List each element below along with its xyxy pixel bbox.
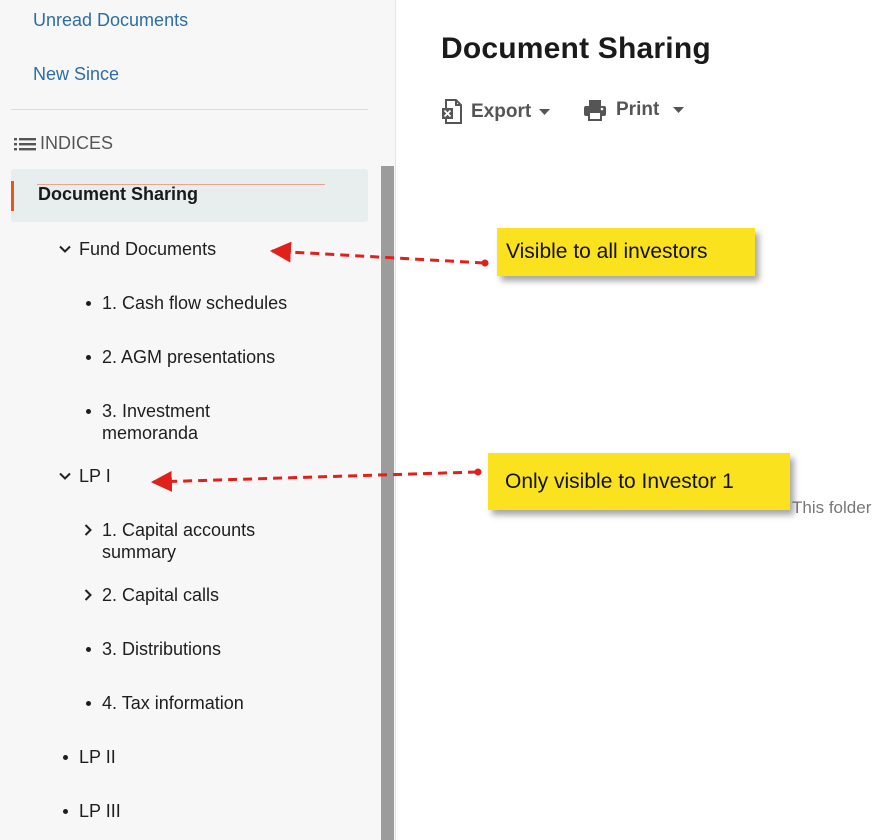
bullet-icon [81, 400, 95, 422]
tree-item-label: LP III [79, 801, 121, 821]
printer-icon [583, 99, 607, 121]
tree-item-label: 1. Cash flow schedules [102, 293, 288, 313]
tree-item-label: 2. Capital calls [102, 585, 220, 605]
sidebar-scrollbar[interactable] [381, 166, 394, 840]
tree-item-label-line1: 3. Investment [102, 401, 211, 421]
tree-item-label: 4. Tax information [102, 693, 244, 713]
arrow-origin-dot [474, 468, 482, 476]
sidebar-divider [11, 109, 368, 110]
tree-item-label: 3. Distributions [102, 639, 222, 659]
tree-item-label-line2: memoranda [102, 423, 199, 443]
bullet-icon [81, 292, 95, 314]
indices-label: INDICES [40, 133, 114, 153]
print-button[interactable]: Print [583, 99, 685, 121]
bullet-icon [81, 346, 95, 368]
sidebar: Unread Documents New Since INDICES Docum… [0, 0, 396, 840]
chevron-down-icon[interactable] [58, 238, 72, 260]
bullet-icon [58, 746, 72, 768]
tree-item-label: 2. AGM presentations [102, 347, 276, 367]
print-label: Print [616, 99, 660, 120]
callout-visible-all: Visible to all investors [497, 228, 755, 276]
page-title: Document Sharing [441, 32, 711, 65]
caret-down-icon [539, 108, 551, 115]
caret-down-icon [673, 107, 685, 113]
index-item-label: Document Sharing [38, 184, 199, 204]
tree-item-label: LP II [79, 747, 116, 767]
tree-item-label: LP I [79, 466, 111, 486]
chevron-down-icon[interactable] [58, 465, 72, 487]
export-button[interactable]: Export [441, 99, 551, 124]
tree-item-label: Fund Documents [79, 239, 217, 259]
chevron-right-icon[interactable] [81, 584, 95, 606]
index-item-document-sharing[interactable]: Document Sharing [11, 169, 368, 222]
bullet-icon [81, 638, 95, 660]
folder-empty-note: This folder [792, 498, 872, 517]
arrow-origin-dot [481, 259, 489, 267]
unread-documents-link[interactable]: Unread Documents [33, 10, 188, 31]
indices-header[interactable]: INDICES [14, 133, 113, 154]
excel-file-icon [441, 99, 462, 124]
callout-visible-investor-1: Only visible to Investor 1 [488, 453, 790, 510]
new-since-link[interactable]: New Since [33, 64, 119, 85]
tree-item-label-line2: summary [102, 542, 177, 562]
list-icon [14, 136, 36, 152]
bullet-icon [58, 800, 72, 822]
chevron-right-icon[interactable] [81, 519, 95, 541]
active-indicator [11, 181, 14, 211]
bullet-icon [81, 692, 95, 714]
export-label: Export [471, 100, 532, 122]
tree-item-label-line1: 1. Capital accounts [102, 520, 256, 540]
